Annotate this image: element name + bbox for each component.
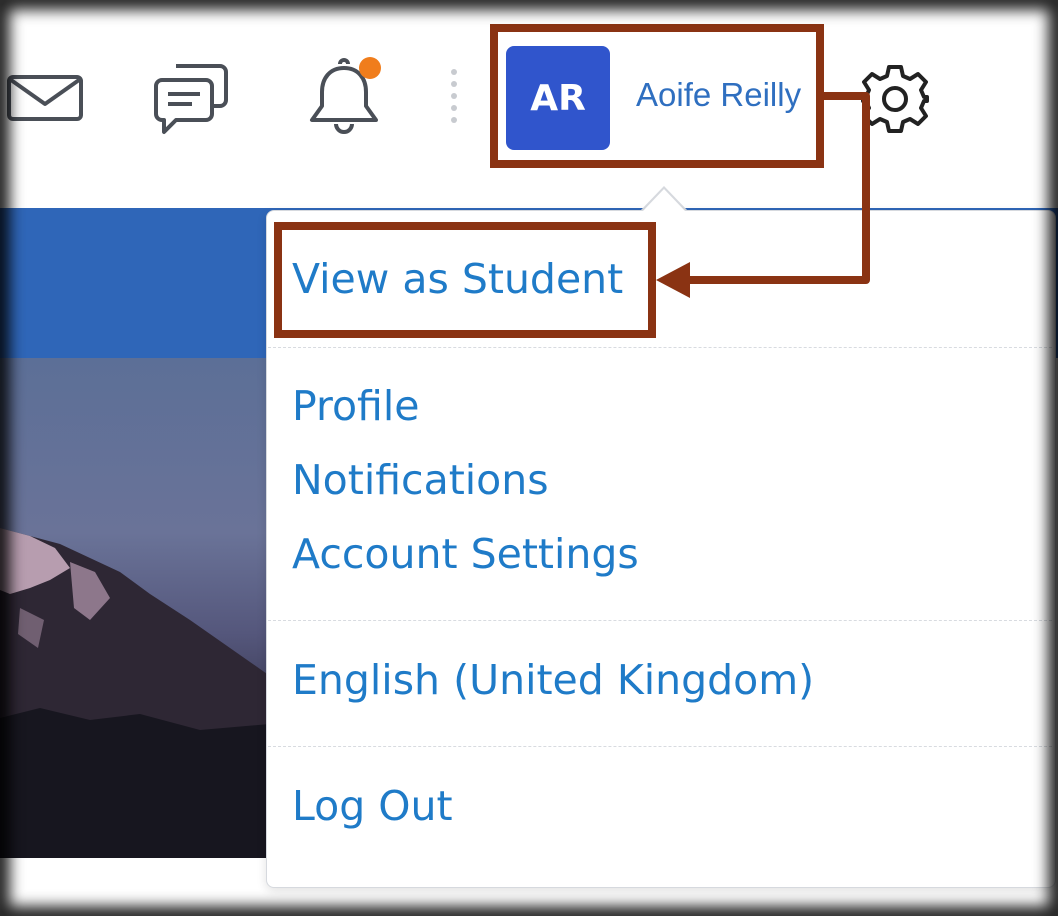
nav-divider xyxy=(451,69,457,123)
screenshot-frame: AR Aoife Reilly View as Student Profile … xyxy=(0,0,1058,916)
view-as-student-highlight-box xyxy=(274,222,656,338)
menu-divider xyxy=(268,347,1052,348)
chat-icon[interactable] xyxy=(152,58,232,136)
log-out-link[interactable]: Log Out xyxy=(292,786,453,827)
menu-divider xyxy=(268,620,1052,621)
menu-divider xyxy=(268,746,1052,747)
bell-icon[interactable] xyxy=(302,54,386,136)
course-hero-image xyxy=(0,358,270,858)
account-settings-link[interactable]: Account Settings xyxy=(292,534,639,575)
mail-icon[interactable] xyxy=(6,74,84,122)
user-menu-highlight-box xyxy=(490,24,824,168)
profile-link[interactable]: Profile xyxy=(292,386,419,427)
notifications-link[interactable]: Notifications xyxy=(292,460,549,501)
page-background xyxy=(0,858,270,916)
gear-icon[interactable] xyxy=(856,60,934,138)
notification-badge xyxy=(359,57,381,79)
language-link[interactable]: English (United Kingdom) xyxy=(292,660,814,701)
